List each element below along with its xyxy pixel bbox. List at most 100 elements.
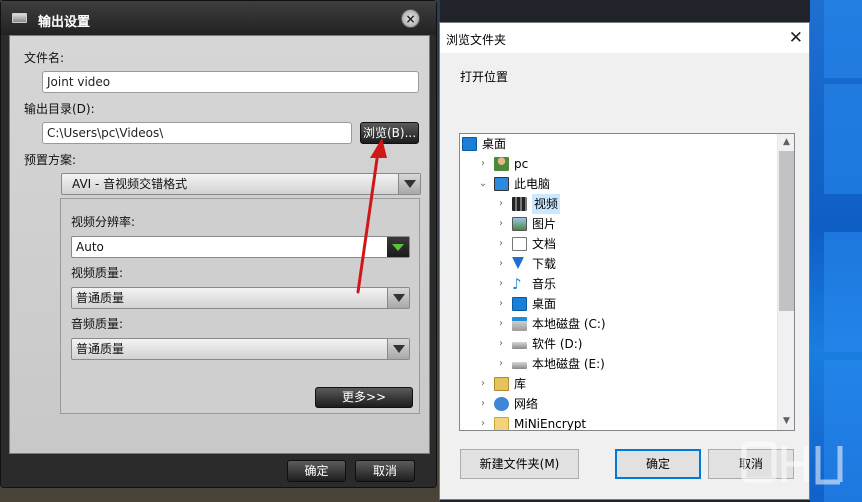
tree-item[interactable]: › 网络: [460, 394, 778, 414]
tree-item[interactable]: › 下载: [460, 254, 778, 274]
chevron-right-icon[interactable]: ›: [496, 314, 506, 334]
tree-item[interactable]: › 库: [460, 374, 778, 394]
tree-item[interactable]: 桌面: [460, 134, 778, 154]
audio-quality-label: 音频质量:: [71, 317, 124, 331]
video-quality-label: 视频质量:: [71, 266, 124, 280]
tree-item-label: 音乐: [532, 277, 557, 291]
tree-item-label: 网络: [514, 397, 539, 411]
chevron-down-icon[interactable]: [387, 237, 409, 257]
tree-item-label: 下载: [532, 257, 557, 271]
output-dialog-titlebar[interactable]: 输出设置 ×: [1, 1, 436, 35]
tree-item[interactable]: › ♪ 音乐: [460, 274, 778, 294]
chevron-right-icon[interactable]: ›: [478, 394, 488, 414]
chevron-right-icon[interactable]: ›: [478, 414, 488, 430]
video-quality-value: 普通质量: [76, 291, 125, 305]
advanced-settings-panel: 视频分辨率: Auto 视频质量: 普通质量 音频质量: 普通质量 更多>>: [60, 198, 420, 414]
output-dialog-title: 输出设置: [38, 15, 91, 30]
resolution-value: Auto: [76, 240, 104, 254]
cancel-button[interactable]: 取消: [355, 460, 415, 482]
tree-item[interactable]: › 本地磁盘 (C:): [460, 314, 778, 334]
output-dir-input[interactable]: C:\Users\pc\Videos\: [42, 122, 352, 144]
folder-tree[interactable]: › MiNiEncrypt › 网络 › 库 › 本地磁盘 (E:) › 软件 (D:) › 本地磁盘…: [459, 133, 795, 431]
tree-item[interactable]: › 视频: [460, 194, 778, 214]
tree-item[interactable]: › 本地磁盘 (E:): [460, 354, 778, 374]
chevron-right-icon[interactable]: ›: [496, 214, 506, 234]
tree-item[interactable]: › pc: [460, 154, 778, 174]
filename-input[interactable]: Joint video: [42, 71, 419, 93]
scroll-thumb[interactable]: [779, 151, 794, 311]
tree-item-label: 图片: [532, 217, 557, 231]
tree-item[interactable]: › 桌面: [460, 294, 778, 314]
tree-item-label: 桌面: [532, 297, 557, 311]
audio-quality-select[interactable]: 普通质量: [71, 338, 410, 360]
ok-button[interactable]: 确定: [287, 460, 346, 482]
library-icon: [494, 377, 509, 391]
chevron-right-icon[interactable]: ›: [496, 194, 506, 214]
chevron-right-icon[interactable]: ›: [496, 234, 506, 254]
chevron-right-icon[interactable]: ›: [478, 154, 488, 174]
windows-drive-icon: [512, 317, 527, 331]
chevron-right-icon[interactable]: ›: [496, 294, 506, 314]
drive-icon: [512, 362, 527, 369]
open-location-hint: 打开位置: [460, 70, 509, 84]
output-settings-dialog: 输出设置 × 文件名: Joint video 输出目录(D): C:\User…: [0, 0, 437, 488]
drive-icon: [512, 342, 527, 349]
pictures-folder-icon: [512, 217, 527, 231]
tree-item-label: 文档: [532, 237, 557, 251]
tree-item[interactable]: › MiNiEncrypt: [460, 414, 778, 431]
network-icon: [494, 397, 509, 411]
watermark-logo: [741, 441, 843, 485]
new-folder-button[interactable]: 新建文件夹(M): [460, 449, 579, 479]
ok-button[interactable]: 确定: [615, 449, 701, 479]
audio-quality-value: 普通质量: [76, 342, 125, 356]
tree-item[interactable]: › 图片: [460, 214, 778, 234]
resolution-label: 视频分辨率:: [71, 215, 136, 229]
output-dir-label: 输出目录(D):: [24, 102, 95, 116]
chevron-down-icon[interactable]: ⌄: [478, 174, 488, 194]
desktop-icon: [462, 137, 477, 151]
more-button[interactable]: 更多>>: [315, 387, 413, 408]
scroll-down-icon[interactable]: ▼: [778, 413, 794, 430]
scroll-up-icon[interactable]: ▲: [778, 134, 794, 151]
window-icon: [12, 13, 27, 23]
tree-item-label: MiNiEncrypt: [514, 417, 587, 431]
preset-select[interactable]: AVI - 音视频交错格式: [61, 173, 421, 195]
folder-icon: [494, 417, 509, 430]
tree-item-label: 视频: [532, 194, 561, 214]
resolution-select[interactable]: Auto: [71, 236, 410, 258]
user-icon: [494, 157, 509, 171]
tree-item[interactable]: › 软件 (D:): [460, 334, 778, 354]
tree-item[interactable]: › 文档: [460, 234, 778, 254]
tree-item-label: 软件 (D:): [532, 337, 583, 351]
chevron-right-icon[interactable]: ›: [496, 334, 506, 354]
tree-item[interactable]: ⌄ 此电脑: [460, 174, 778, 194]
documents-folder-icon: [512, 237, 527, 251]
chevron-down-icon[interactable]: [387, 339, 409, 359]
browse-button[interactable]: 浏览(B)...: [360, 122, 419, 144]
browse-dialog-titlebar[interactable]: 浏览文件夹 ✕: [440, 23, 809, 53]
chevron-right-icon[interactable]: ›: [496, 274, 506, 294]
vertical-scrollbar[interactable]: ▲ ▼: [777, 134, 794, 430]
chevron-right-icon[interactable]: ›: [496, 354, 506, 374]
filename-label: 文件名:: [24, 51, 65, 65]
download-icon: [512, 257, 524, 269]
close-icon[interactable]: ✕: [789, 28, 803, 48]
chevron-right-icon[interactable]: ›: [478, 374, 488, 394]
tree-item-label: 库: [514, 377, 527, 391]
music-icon: ♪: [512, 275, 522, 293]
tree-item-label: pc: [514, 157, 529, 171]
tree-item-label: 本地磁盘 (E:): [532, 357, 605, 371]
preset-value: AVI - 音视频交错格式: [72, 177, 188, 191]
desktop-wallpaper: [810, 0, 862, 502]
close-icon[interactable]: ×: [401, 9, 420, 28]
video-quality-select[interactable]: 普通质量: [71, 287, 410, 309]
desktop-icon: [512, 297, 527, 311]
chevron-down-icon[interactable]: [398, 174, 420, 194]
tree-item-label: 本地磁盘 (C:): [532, 317, 606, 331]
preset-label: 预置方案:: [24, 153, 77, 167]
chevron-down-icon[interactable]: [387, 288, 409, 308]
browse-folder-dialog: 浏览文件夹 ✕ 打开位置 › MiNiEncrypt › 网络 › 库 › 本地磁盘 (E:)…: [439, 22, 810, 500]
chevron-right-icon[interactable]: ›: [496, 254, 506, 274]
tree-item-label: 桌面: [482, 137, 507, 151]
video-folder-icon: [512, 197, 527, 211]
